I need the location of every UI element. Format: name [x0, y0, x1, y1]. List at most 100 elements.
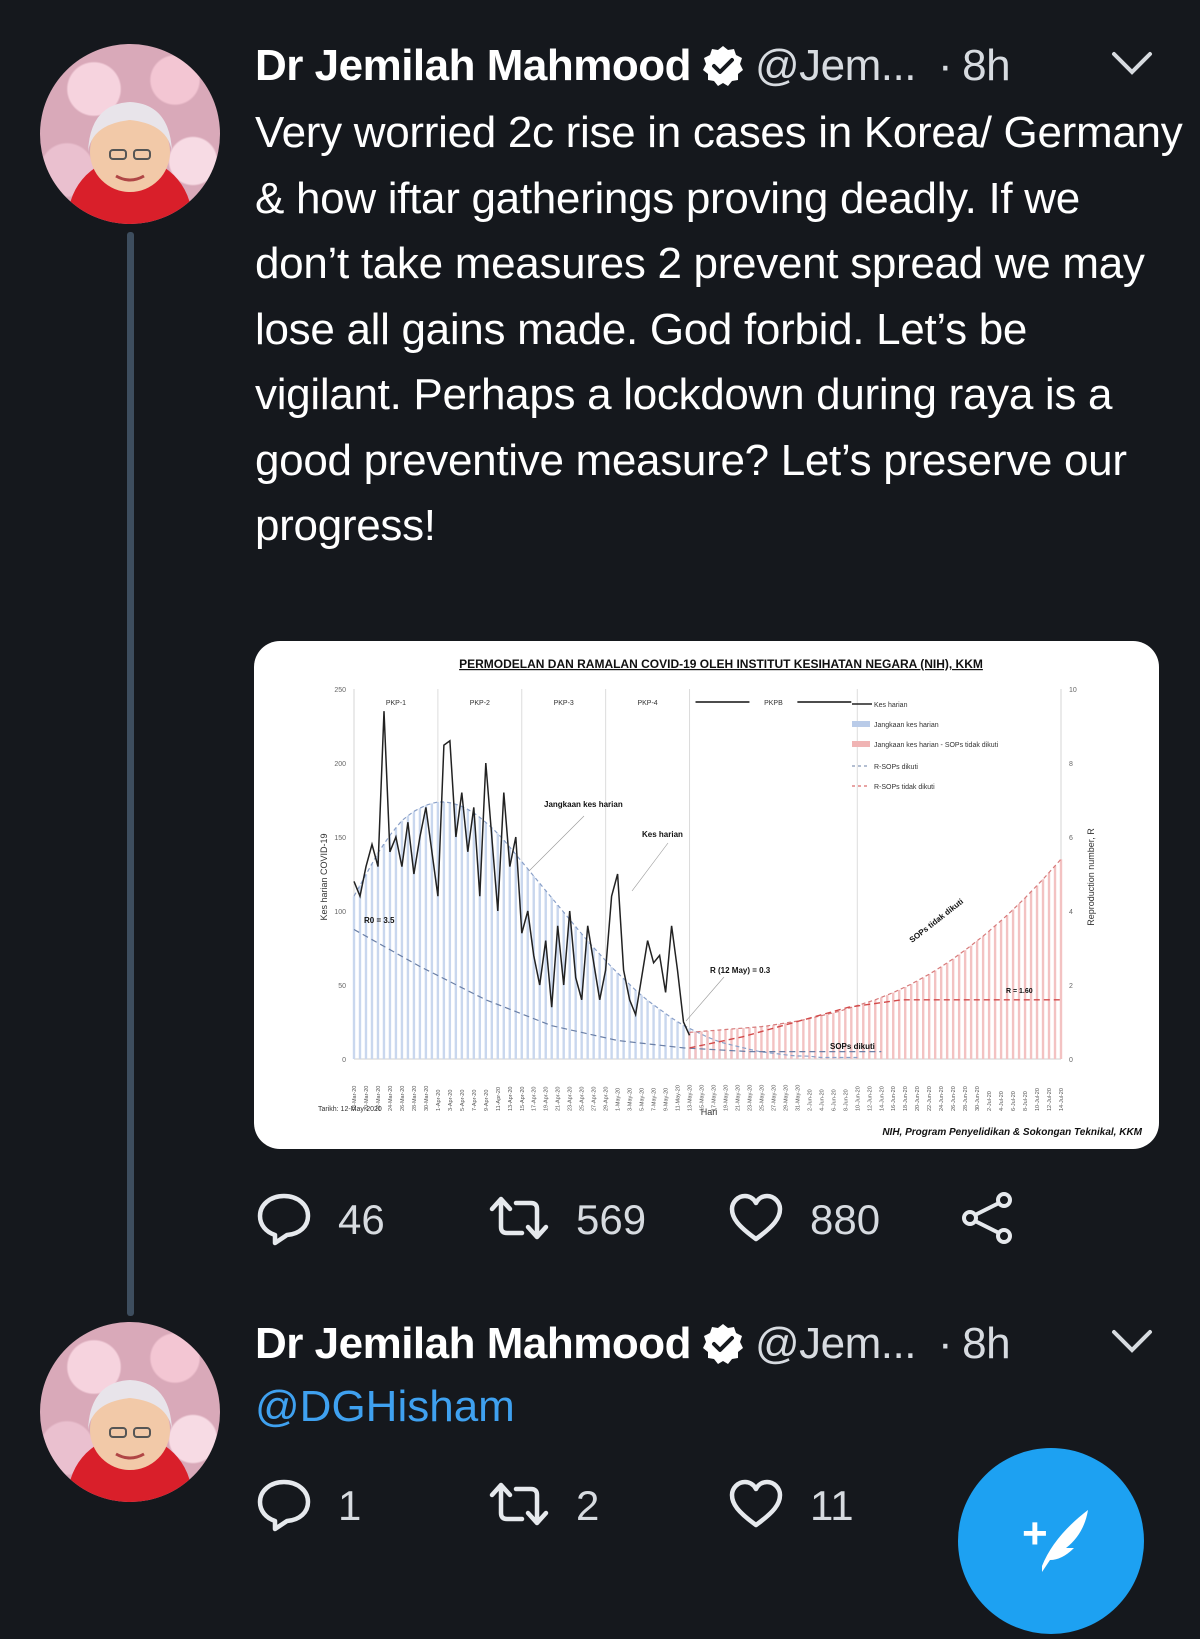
date-tick-label: 31-May-20 [795, 1085, 801, 1111]
phase-labels: PKP-1 PKP-2 PKP-3 PKP-4 PKPB [386, 700, 852, 707]
right-axis-label: Reproduction number, R [1086, 828, 1096, 926]
date-tick-label: 24-Jun-20 [939, 1086, 945, 1111]
like-count: 880 [810, 1196, 881, 1243]
date-tick-label: 2-Jun-20 [807, 1089, 813, 1111]
like-button[interactable]: 11 [728, 1476, 854, 1536]
date-tick-label: 5-May-20 [640, 1088, 646, 1111]
retweet-icon [488, 1479, 550, 1534]
timestamp[interactable]: 8h [962, 41, 1010, 91]
avatar-photo [68, 1380, 192, 1502]
reply-button[interactable]: 1 [256, 1476, 361, 1536]
right-axis-ticks: 10 8 6 4 2 0 [1069, 687, 1077, 1064]
left-tick-label: 50 [338, 983, 346, 990]
chart-legend: Kes harian Jangkaan kes harian Jangkaan … [852, 702, 999, 791]
legend-jangkaan: Jangkaan kes harian [874, 722, 939, 729]
date-tick-label: 7-Apr-20 [472, 1090, 478, 1111]
verified-badge-icon [701, 44, 745, 88]
date-tick-label: 29-May-20 [783, 1085, 789, 1111]
right-tick-label: 2 [1069, 983, 1073, 990]
mention-link[interactable]: @DGHisham [255, 1382, 515, 1432]
date-tick-label: 4-Jul-20 [999, 1091, 1005, 1111]
avatar[interactable] [40, 44, 220, 224]
chart-source: NIH, Program Penyelidikan & Sokongan Tek… [882, 1127, 1142, 1138]
right-tick-label: 10 [1069, 687, 1077, 694]
right-tick-label: 0 [1069, 1057, 1073, 1064]
left-tick-label: 250 [334, 687, 346, 694]
date-tick-label: 25-May-20 [759, 1085, 765, 1111]
legend-sops-tidak: Jangkaan kes harian - SOPs tidak dikuti [874, 742, 999, 749]
retweet-button[interactable]: 569 [488, 1190, 646, 1250]
phase-label: PKP-4 [637, 700, 657, 707]
compose-plus: + [1022, 1509, 1048, 1558]
date-tick-label: 18-Jun-20 [903, 1086, 909, 1111]
date-tick-label: 28-Mar-20 [412, 1086, 418, 1111]
retweet-button[interactable]: 2 [488, 1476, 599, 1536]
tweet-header: Dr Jemilah Mahmood @Jem... · 8h [255, 1314, 1011, 1374]
date-tick-label: 29-Apr-20 [604, 1087, 610, 1111]
avatar[interactable] [40, 1322, 220, 1502]
chevron-down-icon[interactable] [1110, 1324, 1154, 1365]
date-tick-label: 21-Apr-20 [556, 1087, 562, 1111]
annotation-sops-tidak: SOPs tidak dikuti [908, 897, 965, 945]
date-tick-label: 26-Jun-20 [951, 1086, 957, 1111]
author-handle[interactable]: @Jem... [755, 1319, 916, 1369]
right-tick-label: 8 [1069, 761, 1073, 768]
compose-tweet-button[interactable]: + [958, 1448, 1144, 1634]
date-tick-label: 11-May-20 [676, 1085, 682, 1111]
chart-title: PERMODELAN DAN RAMALAN COVID-19 OLEH INS… [459, 657, 983, 671]
reply-count: 46 [338, 1196, 385, 1243]
phase-label: PKP-1 [386, 700, 406, 707]
tweet-media-chart[interactable]: PERMODELAN DAN RAMALAN COVID-19 OLEH INS… [254, 641, 1159, 1149]
reply-button[interactable]: 46 [256, 1190, 385, 1250]
date-tick-label: 26-Mar-20 [400, 1086, 406, 1111]
date-tick-label: 22-Jun-20 [927, 1086, 933, 1111]
like-button[interactable]: 880 [728, 1190, 880, 1250]
retweet-icon [488, 1193, 550, 1248]
author-name[interactable]: Dr Jemilah Mahmood [255, 1319, 691, 1369]
left-tick-label: 100 [334, 909, 346, 916]
retweet-count: 569 [576, 1196, 647, 1243]
date-tick-label: 3-Apr-20 [448, 1090, 454, 1111]
separator-dot: · [937, 1319, 953, 1368]
left-tick-label: 200 [334, 761, 346, 768]
share-button[interactable] [960, 1190, 1016, 1250]
timestamp[interactable]: 8h [962, 1319, 1010, 1369]
date-tick-label: 14-Jul-20 [1059, 1088, 1065, 1111]
chevron-down-icon[interactable] [1110, 46, 1154, 87]
date-tick-label: 25-Apr-20 [580, 1087, 586, 1111]
date-tick-label: 30-Mar-20 [424, 1086, 430, 1111]
date-tick-label: 17-Apr-20 [532, 1087, 538, 1111]
legend-kes: Kes harian [874, 702, 908, 709]
heart-icon [728, 1192, 784, 1249]
compose-icon: + [1022, 1509, 1088, 1572]
phase-label: PKPB [764, 700, 783, 707]
date-tick-label: 14-Jun-20 [879, 1086, 885, 1111]
right-tick-label: 4 [1069, 909, 1073, 916]
reply-count: 1 [338, 1482, 362, 1529]
heart-icon [728, 1478, 784, 1535]
separator-dot: · [937, 41, 953, 90]
phase-label: PKP-3 [554, 700, 574, 707]
sops-tidak-bars [688, 859, 1063, 1059]
date-tick-label: 9-Apr-20 [484, 1090, 490, 1111]
date-tick-label: 12-Jun-20 [867, 1086, 873, 1111]
author-name[interactable]: Dr Jemilah Mahmood [255, 41, 691, 91]
tweet-header: Dr Jemilah Mahmood @Jem... · 8h [255, 36, 1011, 96]
date-tick-label: 1-Apr-20 [436, 1090, 442, 1111]
share-icon [960, 1190, 1016, 1251]
date-tick-label: 23-Apr-20 [568, 1087, 574, 1111]
date-tick-label: 16-Jun-20 [891, 1086, 897, 1111]
date-tick-label: 6-Jun-20 [831, 1089, 837, 1111]
date-tick-label: 13-May-20 [688, 1085, 694, 1111]
left-axis-ticks: 250 200 150 100 50 0 [334, 687, 346, 1064]
thread-connector [127, 232, 134, 1316]
right-tick-label: 6 [1069, 835, 1073, 842]
author-handle[interactable]: @Jem... [755, 41, 916, 91]
date-tick-label: 20-Jun-20 [915, 1086, 921, 1111]
avatar-photo [68, 102, 192, 224]
verified-badge-icon [701, 1322, 745, 1366]
date-tick-label: 24-Mar-20 [388, 1086, 394, 1111]
annotation-r0: R0 = 3.5 [364, 916, 395, 925]
annotation-r-may: R (12 May) = 0.3 [710, 966, 771, 975]
date-tick-label: 8-Jun-20 [843, 1089, 849, 1111]
